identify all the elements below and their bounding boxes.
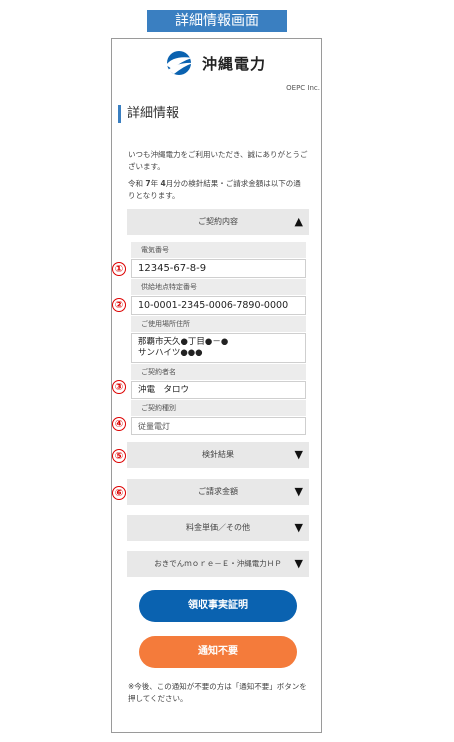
- contract-type-label: ご契約種別: [131, 400, 306, 416]
- intro-line1: いつも沖縄電力をご利用いただき、誠にありがとうございます。: [128, 150, 308, 171]
- triangle-down-icon: ▼: [294, 485, 303, 498]
- marker-4: ④: [112, 417, 126, 431]
- supply-point-label: 供給地点特定番号: [131, 279, 306, 295]
- accordion-billing[interactable]: ご請求金額 ▼: [127, 479, 309, 505]
- logo-text: 沖縄電力: [202, 54, 267, 73]
- marker-1: ①: [112, 262, 126, 276]
- accordion-more-links[interactable]: おきでんｍｏｒｅ－Ｅ・沖縄電力ＨＰ ▼: [127, 551, 309, 577]
- accordion-more-label: おきでんｍｏｒｅ－Ｅ・沖縄電力ＨＰ: [154, 559, 282, 568]
- section-title: 詳細情報: [118, 105, 179, 123]
- marker-3: ③: [112, 380, 126, 394]
- marker-2: ②: [112, 298, 126, 312]
- marker-5: ⑤: [112, 449, 126, 463]
- accordion-billing-label: ご請求金額: [198, 487, 238, 496]
- triangle-down-icon: ▼: [294, 557, 303, 570]
- contract-name-value: 沖電 タロウ: [131, 381, 306, 399]
- page-label: 詳細情報画面: [147, 10, 287, 32]
- no-notification-button[interactable]: 通知不要: [139, 636, 297, 668]
- logo: 沖縄電力: [162, 48, 266, 78]
- accordion-rates-label: 料金単価／その他: [186, 523, 250, 532]
- logo-subtext: OEPC Inc.: [286, 84, 320, 92]
- okiden-logo-icon: [166, 51, 193, 75]
- customer-number-label: 電気番号: [131, 242, 306, 258]
- accordion-contract-label: ご契約内容: [198, 217, 238, 226]
- intro-line2: 令和 7年 4月分の検針結果・ご請求金額は以下の通りとなります。: [128, 179, 301, 200]
- accordion-meter-label: 検針結果: [202, 450, 234, 459]
- accordion-contract[interactable]: ご契約内容 ▲: [127, 209, 309, 235]
- accordion-rates[interactable]: 料金単価／その他 ▼: [127, 515, 309, 541]
- receipt-certificate-button[interactable]: 領収事実証明: [139, 590, 297, 622]
- triangle-down-icon: ▼: [294, 521, 303, 534]
- address-line2: サンハイツ●●●: [138, 348, 203, 358]
- address-value: 那覇市天久●丁目●－● サンハイツ●●●: [131, 333, 306, 363]
- marker-6: ⑥: [112, 486, 126, 500]
- supply-point-value: 10-0001-2345-0006-7890-0000: [131, 296, 306, 315]
- contract-type-value: 従量電灯: [131, 417, 306, 435]
- address-line1: 那覇市天久●丁目●－●: [138, 337, 229, 347]
- contract-name-label: ご契約者名: [131, 364, 306, 380]
- footnote: ※今後、この通知が不要の方は「通知不要」ボタンを押してください。: [128, 682, 307, 703]
- triangle-up-icon: ▲: [294, 215, 303, 228]
- address-label: ご使用場所住所: [131, 316, 306, 332]
- intro-text: いつも沖縄電力をご利用いただき、誠にありがとうございます。 令和 7年 4月分の…: [128, 149, 308, 207]
- triangle-down-icon: ▼: [294, 448, 303, 461]
- accordion-meter-reading[interactable]: 検針結果 ▼: [127, 442, 309, 468]
- phone-screen: 沖縄電力 OEPC Inc. 詳細情報 いつも沖縄電力をご利用いただき、誠にあり…: [111, 38, 322, 733]
- customer-number-value: 12345-67-8-9: [131, 259, 306, 278]
